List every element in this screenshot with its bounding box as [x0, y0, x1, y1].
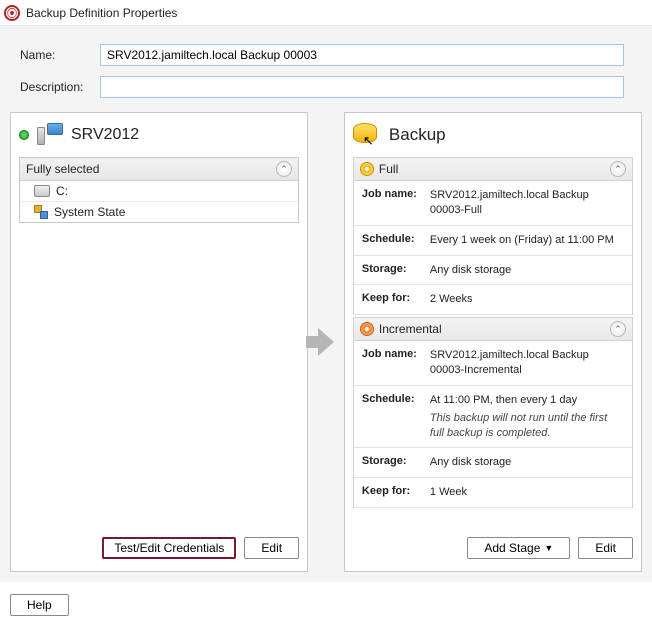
detail-row: Job name: SRV2012.jamiltech.local Backup…: [354, 341, 632, 386]
edit-backup-button[interactable]: Edit: [578, 537, 633, 559]
name-input[interactable]: [100, 44, 624, 66]
tree-item-label: System State: [54, 205, 125, 219]
incremental-details: Job name: SRV2012.jamiltech.local Backup…: [353, 341, 633, 508]
detail-label: Schedule:: [362, 393, 424, 441]
detail-row: Storage: Any disk storage: [354, 448, 632, 478]
arrow-right-icon: [318, 328, 334, 356]
backup-panel-footer: Add Stage ▼ Edit: [353, 533, 633, 559]
detail-row: Schedule: Every 1 week on (Friday) at 11…: [354, 226, 632, 256]
detail-row: Job name: SRV2012.jamiltech.local Backup…: [354, 181, 632, 226]
full-details: Job name: SRV2012.jamiltech.local Backup…: [353, 181, 633, 315]
detail-label: Keep for:: [362, 292, 424, 307]
app-icon: ⦿: [4, 5, 20, 21]
disk-icon: [34, 185, 50, 197]
status-dot-icon: [19, 130, 29, 140]
system-state-icon: [34, 205, 48, 219]
server-icon: [37, 123, 63, 147]
tree-item-c-drive[interactable]: C:: [20, 181, 298, 202]
backup-icon: ↖: [353, 123, 381, 147]
tree-item-system-state[interactable]: System State: [20, 202, 298, 222]
detail-row: Keep for: 1 Week: [354, 478, 632, 508]
section-header-full[interactable]: Full ⌃: [353, 157, 633, 181]
window-title: Backup Definition Properties: [26, 6, 177, 20]
edit-source-button[interactable]: Edit: [244, 537, 299, 559]
tree-header: Fully selected ⌃: [20, 158, 298, 181]
backup-panel: ↖ Backup Full ⌃ Job name: SRV2012.jamil: [344, 112, 642, 572]
disc-incremental-icon: [360, 322, 374, 336]
source-title: SRV2012: [71, 126, 139, 144]
selection-tree: Fully selected ⌃ C: System State: [19, 157, 299, 223]
detail-value: 1 Week: [430, 485, 467, 500]
test-edit-credentials-button[interactable]: Test/Edit Credentials: [102, 537, 236, 559]
main-content: Name: Description: SRV2012 Fully selecte…: [0, 26, 652, 582]
detail-value: Any disk storage: [430, 455, 511, 470]
detail-label: Job name:: [362, 348, 424, 378]
add-stage-button[interactable]: Add Stage ▼: [467, 537, 570, 559]
backup-title: Backup: [389, 125, 446, 145]
detail-note: This backup will not run until the first…: [430, 411, 624, 441]
section-header-label: Full: [379, 162, 398, 176]
detail-label: Keep for:: [362, 485, 424, 500]
detail-value: SRV2012.jamiltech.local Backup 00003-Inc…: [430, 348, 624, 378]
tree-item-label: C:: [56, 184, 68, 198]
description-row: Description:: [10, 76, 642, 98]
disc-full-icon: [360, 162, 374, 176]
detail-label: Job name:: [362, 188, 424, 218]
bottom-bar: Help: [0, 582, 652, 628]
title-bar: ⦿ Backup Definition Properties: [0, 0, 652, 26]
source-panel-footer: Test/Edit Credentials Edit: [19, 533, 299, 559]
chevron-down-icon: ▼: [544, 543, 553, 553]
detail-label: Storage:: [362, 455, 424, 470]
name-label: Name:: [10, 48, 100, 62]
detail-row: Keep for: 2 Weeks: [354, 285, 632, 315]
detail-value: Any disk storage: [430, 263, 511, 278]
tree-header-label: Fully selected: [26, 162, 99, 176]
collapse-icon[interactable]: ⌃: [610, 321, 626, 337]
section-header-incremental[interactable]: Incremental ⌃: [353, 317, 633, 341]
collapse-icon[interactable]: ⌃: [276, 161, 292, 177]
detail-row: Schedule: At 11:00 PM, then every 1 day …: [354, 386, 632, 449]
detail-value: 2 Weeks: [430, 292, 473, 307]
detail-row: Storage: Any disk storage: [354, 256, 632, 286]
detail-value: SRV2012.jamiltech.local Backup 00003-Ful…: [430, 188, 624, 218]
backup-panel-header: ↖ Backup: [353, 123, 633, 147]
backup-sections: Full ⌃ Job name: SRV2012.jamiltech.local…: [353, 155, 633, 508]
detail-value: Every 1 week on (Friday) at 11:00 PM: [430, 233, 614, 248]
name-row: Name:: [10, 44, 642, 66]
description-input[interactable]: [100, 76, 624, 98]
collapse-icon[interactable]: ⌃: [610, 161, 626, 177]
help-button[interactable]: Help: [10, 594, 69, 616]
panels-container: SRV2012 Fully selected ⌃ C: System State…: [10, 112, 642, 572]
description-label: Description:: [10, 80, 100, 94]
section-header-label: Incremental: [379, 322, 442, 336]
detail-value: At 11:00 PM, then every 1 day This backu…: [430, 393, 624, 441]
source-panel: SRV2012 Fully selected ⌃ C: System State…: [10, 112, 308, 572]
detail-label: Storage:: [362, 263, 424, 278]
detail-label: Schedule:: [362, 233, 424, 248]
arrow-column: [314, 112, 338, 572]
source-panel-header: SRV2012: [19, 123, 299, 147]
